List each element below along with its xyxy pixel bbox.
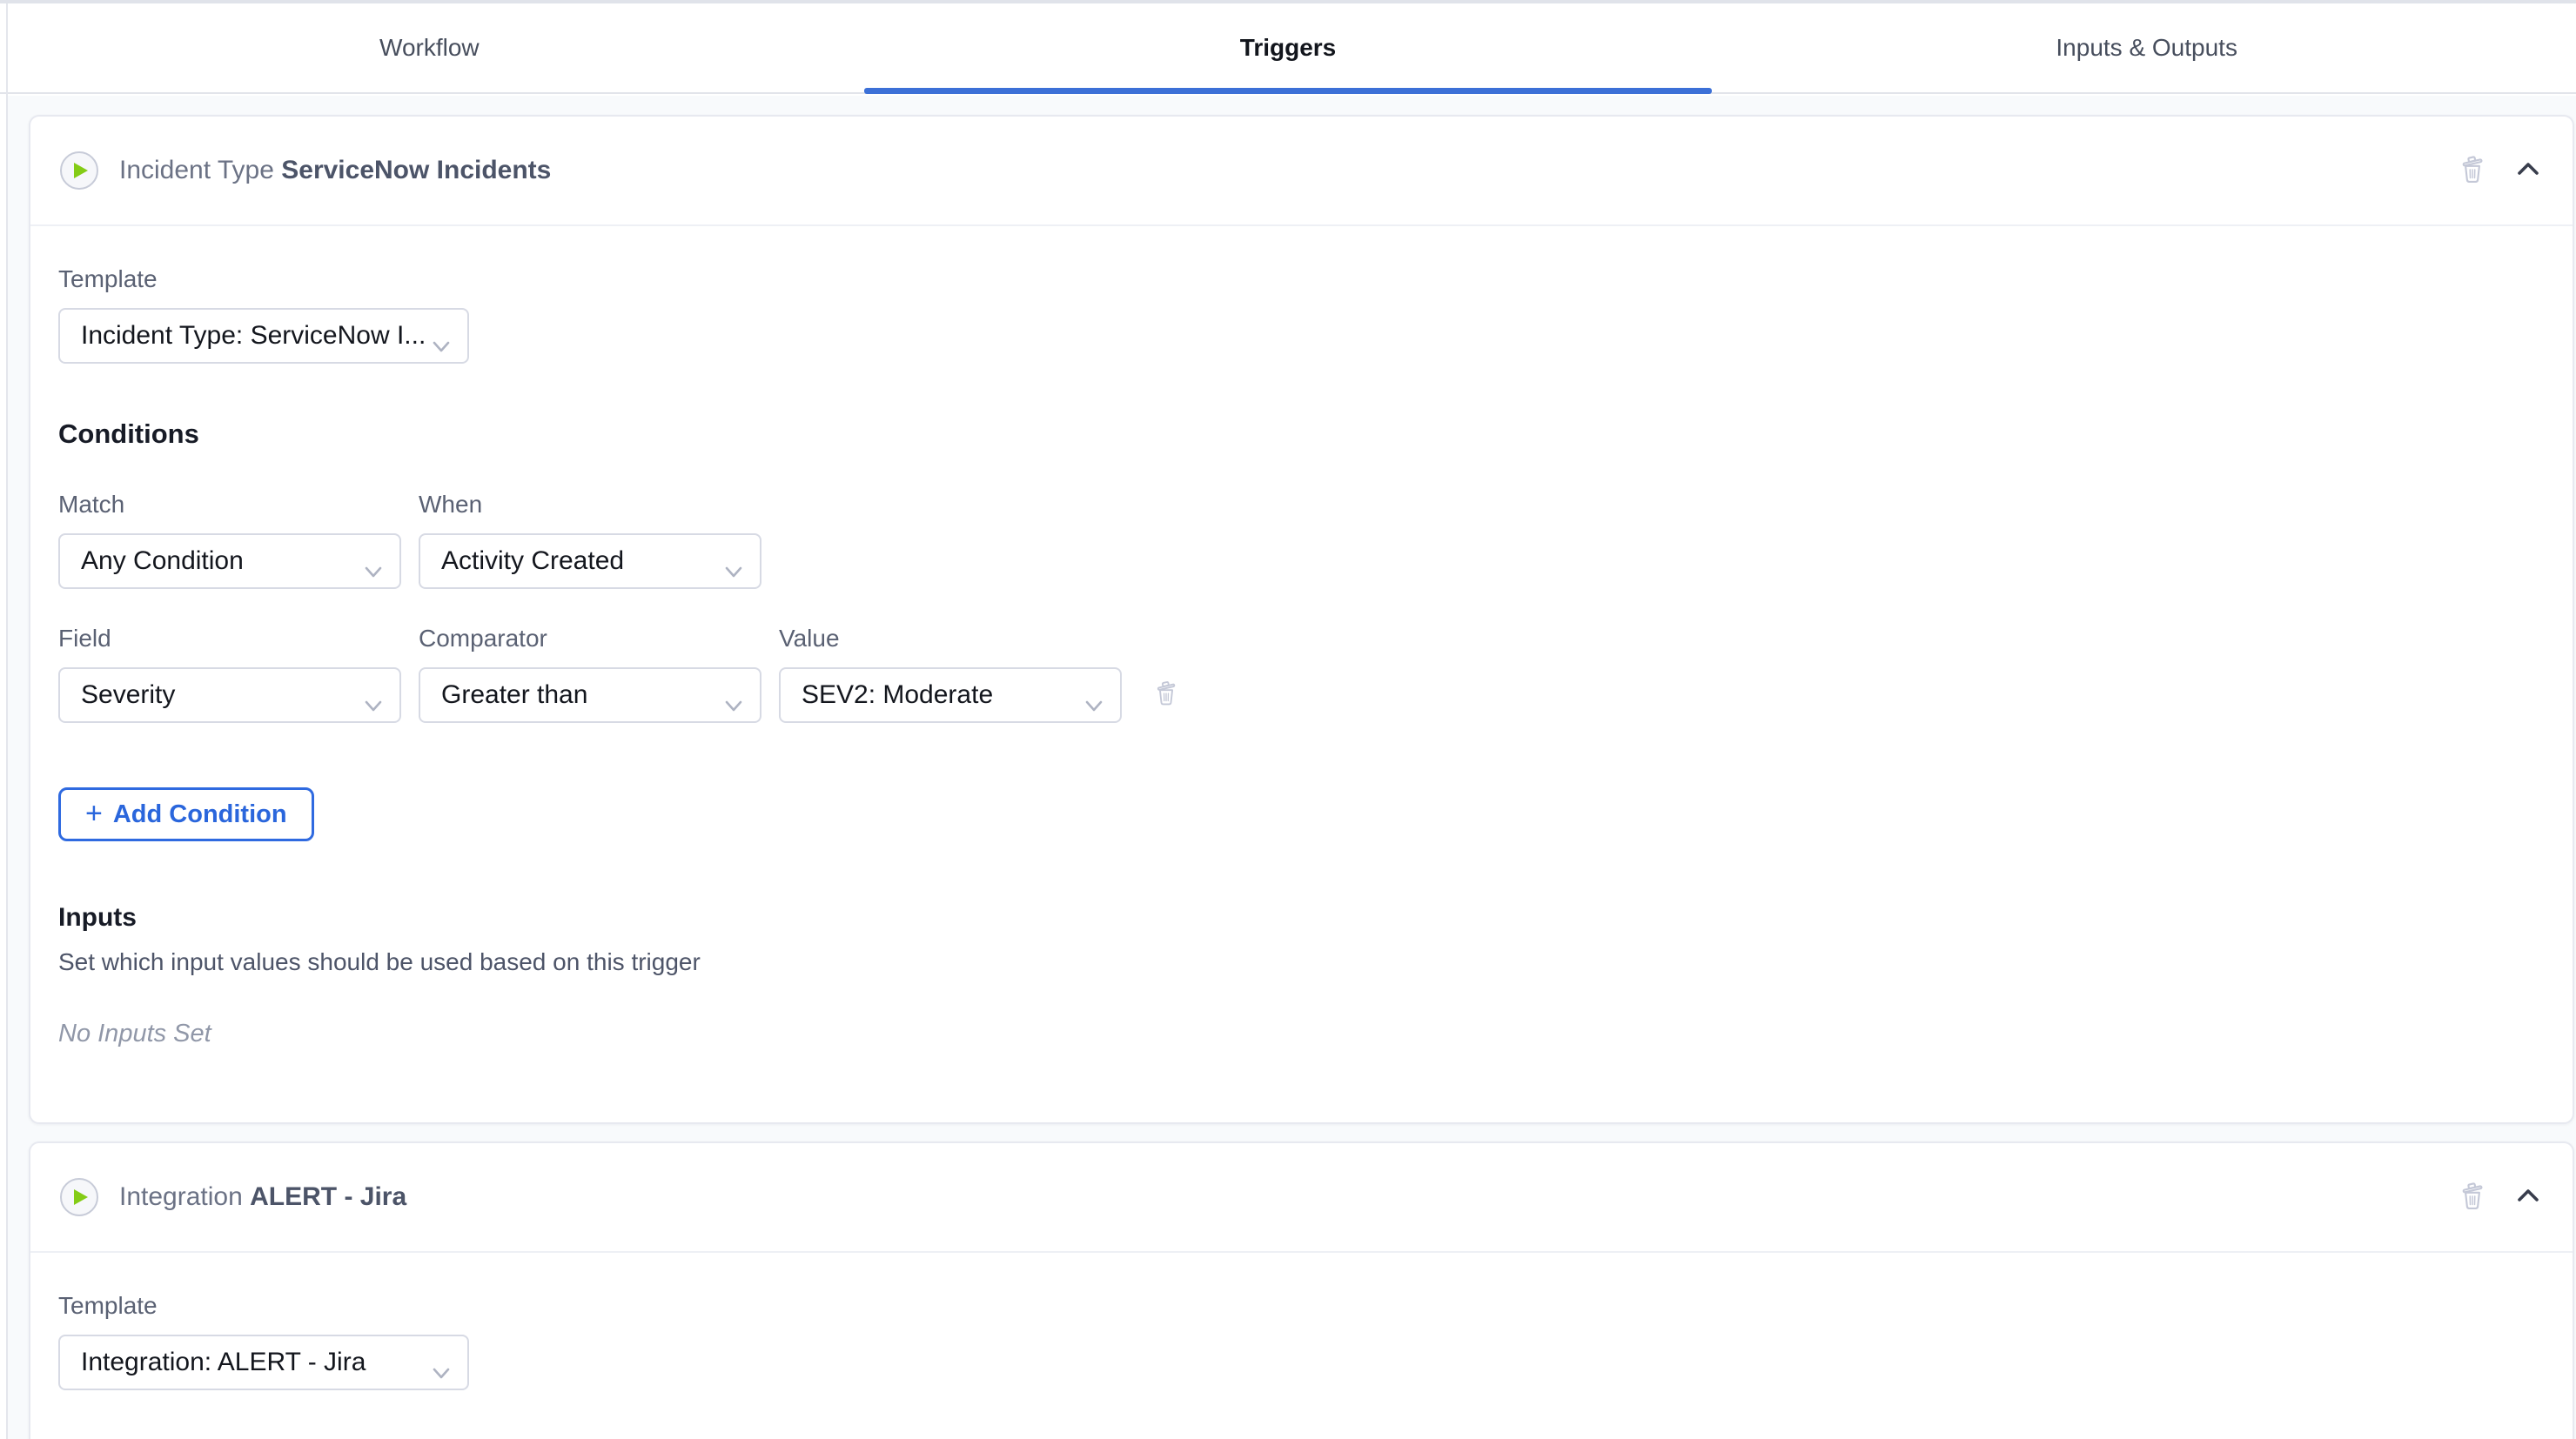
tab-workflow-label: Workflow <box>379 34 480 62</box>
trash-icon <box>2456 153 2489 189</box>
chevron-down-icon <box>725 689 742 719</box>
play-icon <box>60 151 98 190</box>
tab-triggers[interactable]: Triggers <box>859 3 1718 92</box>
tab-triggers-label: Triggers <box>1240 34 1336 62</box>
value-label: Value <box>779 624 1122 653</box>
window-top-edge <box>0 0 2576 3</box>
trash-icon <box>2456 1180 2489 1215</box>
chevron-down-icon <box>365 555 382 585</box>
trigger-card-jira: Integration ALERT - Jira <box>29 1141 2574 1439</box>
field-select-value: Severity <box>81 680 175 710</box>
template-select-value: Integration: ALERT - Jira <box>81 1348 366 1377</box>
triggers-panel: Incident Type ServiceNow Incidents <box>8 96 2576 1439</box>
active-tab-underline <box>864 88 1713 94</box>
chevron-down-icon <box>725 555 742 585</box>
delete-trigger-button[interactable] <box>2456 1180 2489 1215</box>
trigger-card-body: Template Integration: ALERT - Jira <box>30 1253 2573 1439</box>
plus-icon: + <box>85 799 103 828</box>
chevron-up-icon <box>2513 1181 2543 1214</box>
tab-inputs-outputs-label: Inputs & Outputs <box>2056 34 2237 62</box>
trigger-card-header: Incident Type ServiceNow Incidents <box>30 117 2573 226</box>
value-column: Value SEV2: Moderate <box>779 624 1122 723</box>
trigger-name: ServiceNow Incidents <box>281 156 551 184</box>
trigger-card-servicenow: Incident Type ServiceNow Incidents <box>29 115 2574 1124</box>
trigger-name: ALERT - Jira <box>250 1182 406 1211</box>
trigger-type-label: Integration <box>119 1182 243 1211</box>
field-select[interactable]: Severity <box>58 667 401 723</box>
tab-workflow[interactable]: Workflow <box>0 3 859 92</box>
field-label: Field <box>58 624 401 653</box>
when-column: When Activity Created <box>419 490 761 589</box>
match-select-value: Any Condition <box>81 546 244 576</box>
chevron-down-icon <box>365 689 382 719</box>
trash-icon <box>1151 679 1181 711</box>
inputs-empty-state: No Inputs Set <box>58 1019 2541 1049</box>
template-label: Template <box>58 1291 2541 1321</box>
when-select-value: Activity Created <box>441 546 624 576</box>
trigger-title: Integration ALERT - Jira <box>119 1181 406 1213</box>
add-condition-button[interactable]: + Add Condition <box>58 787 314 841</box>
match-select[interactable]: Any Condition <box>58 533 401 589</box>
window-left-edge <box>6 3 8 1439</box>
chevron-down-icon <box>433 330 450 359</box>
add-condition-label: Add Condition <box>113 800 287 829</box>
trigger-title: Incident Type ServiceNow Incidents <box>119 155 551 186</box>
field-column: Field Severity <box>58 624 401 723</box>
template-select[interactable]: Integration: ALERT - Jira <box>58 1335 469 1390</box>
template-select-value: Incident Type: ServiceNow I... <box>81 321 426 351</box>
collapse-trigger-button[interactable] <box>2513 155 2543 187</box>
tab-inputs-outputs[interactable]: Inputs & Outputs <box>1717 3 2576 92</box>
trigger-card-body: Template Incident Type: ServiceNow I... … <box>30 226 2573 1122</box>
chevron-down-icon <box>433 1356 450 1386</box>
comparator-column: Comparator Greater than <box>419 624 761 723</box>
collapse-trigger-button[interactable] <box>2513 1181 2543 1214</box>
delete-trigger-button[interactable] <box>2456 153 2489 189</box>
inputs-heading: Inputs <box>58 902 2541 934</box>
match-column: Match Any Condition <box>58 490 401 589</box>
tab-bar: Workflow Triggers Inputs & Outputs <box>0 3 2576 94</box>
comparator-label: Comparator <box>419 624 761 653</box>
conditions-heading: Conditions <box>58 418 2541 450</box>
inputs-description: Set which input values should be used ba… <box>58 947 2541 977</box>
comparator-select-value: Greater than <box>441 680 587 710</box>
value-select[interactable]: SEV2: Moderate <box>779 667 1122 723</box>
chevron-down-icon <box>1085 689 1103 719</box>
trigger-type-label: Incident Type <box>119 156 274 184</box>
comparator-select[interactable]: Greater than <box>419 667 761 723</box>
trigger-card-header: Integration ALERT - Jira <box>30 1143 2573 1253</box>
chevron-up-icon <box>2513 155 2543 187</box>
when-label: When <box>419 490 761 519</box>
value-select-value: SEV2: Moderate <box>802 680 993 710</box>
when-select[interactable]: Activity Created <box>419 533 761 589</box>
delete-condition-button[interactable] <box>1151 679 1181 711</box>
template-select[interactable]: Incident Type: ServiceNow I... <box>58 308 469 364</box>
play-icon <box>60 1178 98 1216</box>
match-label: Match <box>58 490 401 519</box>
match-when-row: Match Any Condition When Activity Create… <box>58 490 2541 589</box>
condition-row: Field Severity Comparator Greater than <box>58 624 2541 723</box>
template-label: Template <box>58 264 2541 294</box>
